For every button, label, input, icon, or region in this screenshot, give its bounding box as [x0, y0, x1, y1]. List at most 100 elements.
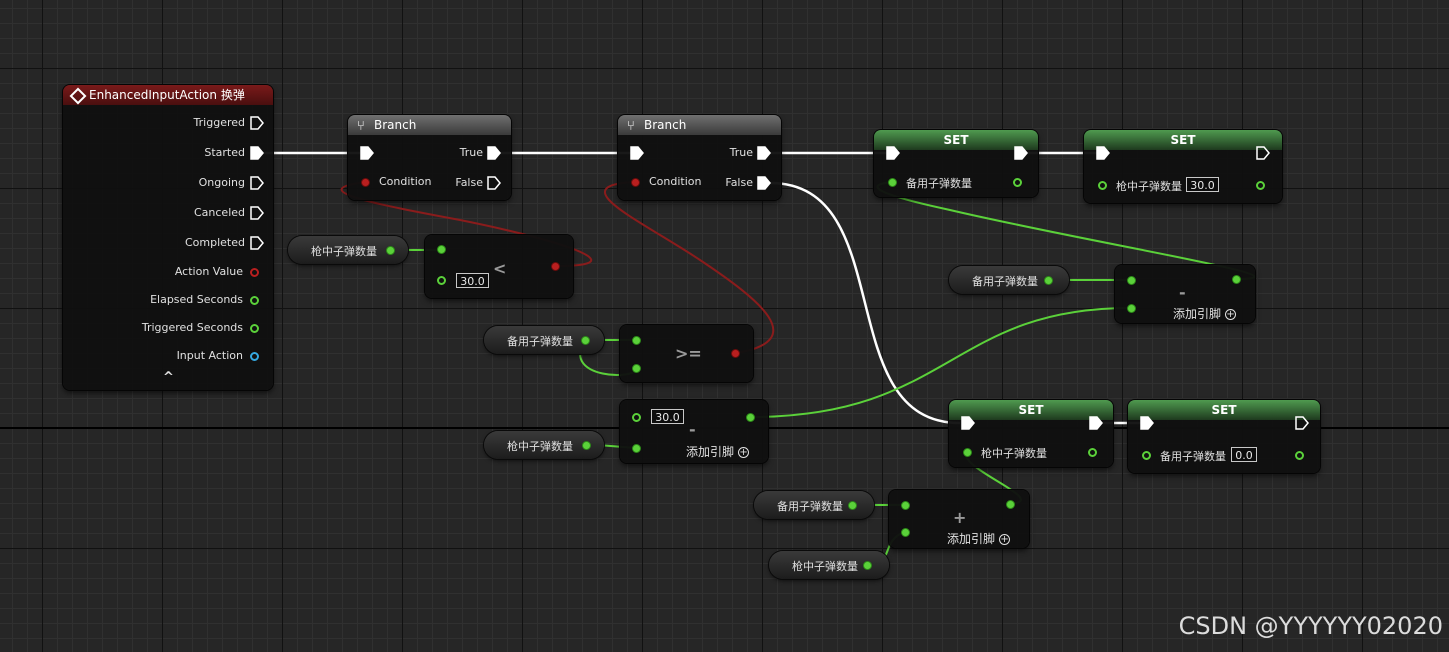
gte-out-icon[interactable] — [731, 349, 740, 358]
get-reserve-var-1[interactable]: 备用子弹数量 — [484, 326, 604, 354]
minus-1-in-a-icon[interactable] — [632, 413, 641, 422]
add-pin-icon: + — [738, 447, 750, 458]
plus-in-a-icon[interactable] — [901, 501, 910, 510]
get-reserve-var-2[interactable]: 备用子弹数量 — [949, 266, 1069, 294]
gte-in-a-icon[interactable] — [632, 336, 641, 345]
set-4-header[interactable]: SET — [1128, 400, 1320, 420]
less-operator: < — [493, 259, 507, 278]
plus-operator: + — [953, 508, 967, 527]
branch-1-false-label: False — [455, 176, 483, 189]
get-magazine-out-icon[interactable] — [863, 561, 872, 570]
minus-2-in-a-icon[interactable] — [1127, 276, 1136, 285]
set-3-value-in-icon[interactable] — [963, 448, 972, 457]
plus-add-pin-label: 添加引脚 — [947, 532, 996, 546]
minus-1-value-field[interactable]: 30.0 — [651, 409, 684, 424]
less-in-a-icon[interactable] — [437, 245, 446, 254]
collapse-chevron-icon[interactable]: ^ — [163, 370, 174, 385]
get-magazine-out-icon[interactable] — [582, 441, 591, 450]
branch-icon: ⑂ — [627, 119, 635, 134]
minus-1-add-pin-button[interactable]: 添加引脚 + — [686, 443, 750, 460]
set-1-value-out-icon[interactable] — [1013, 178, 1022, 187]
event-node-header[interactable]: EnhancedInputAction 换弹 — [63, 85, 273, 105]
set-node-4[interactable]: SET 备用子弹数量 0.0 — [1128, 400, 1320, 473]
branch-2-false-label: False — [725, 176, 753, 189]
set-4-value-out-icon[interactable] — [1295, 451, 1304, 460]
plus-add-pin-button[interactable]: 添加引脚 + — [947, 530, 1011, 547]
less-value-field[interactable]: 30.0 — [456, 273, 489, 288]
get-reserve-out-icon[interactable] — [581, 336, 590, 345]
get-magazine-label: 枪中子弹数量 — [792, 560, 858, 573]
add-pin-icon: + — [999, 534, 1011, 545]
branch-2-header[interactable]: ⑂ Branch — [618, 115, 781, 135]
minus-1-add-pin-label: 添加引脚 — [686, 445, 735, 459]
set-2-header[interactable]: SET — [1084, 130, 1282, 150]
event-diamond-icon — [69, 87, 87, 105]
event-node-title: EnhancedInputAction 换弹 — [89, 88, 245, 102]
minus-1-operator: - — [689, 420, 696, 439]
get-magazine-var-2[interactable]: 枪中子弹数量 — [484, 431, 604, 459]
set-node-1[interactable]: SET 备用子弹数量 — [874, 130, 1038, 197]
add-pin-icon: + — [1225, 309, 1237, 320]
set-2-value-in-icon[interactable] — [1098, 181, 1107, 190]
branch-node-2[interactable]: ⑂ Branch Condition True False — [618, 115, 781, 200]
less-out-icon[interactable] — [551, 262, 560, 271]
plus-node[interactable]: + 添加引脚 + — [889, 490, 1029, 548]
gte-in-b-icon[interactable] — [632, 364, 641, 373]
minus-1-in-b-icon[interactable] — [632, 444, 641, 453]
branch-2-condition-label: Condition — [649, 175, 702, 188]
get-reserve-out-icon[interactable] — [848, 501, 857, 510]
get-magazine-out-icon[interactable] — [386, 246, 395, 255]
set-1-pin-label: 备用子弹数量 — [906, 177, 972, 190]
set-1-value-in-icon[interactable] — [888, 178, 897, 187]
set-node-2[interactable]: SET 枪中子弹数量 30.0 — [1084, 130, 1282, 203]
get-magazine-label: 枪中子弹数量 — [507, 440, 573, 453]
pin-elapsed-seconds-label: Elapsed Seconds — [150, 293, 243, 306]
pin-input-action-label: Input Action — [176, 349, 243, 362]
pin-action-value-label: Action Value — [174, 265, 243, 278]
greater-equal-node[interactable]: >= — [620, 325, 753, 382]
get-magazine-var-1[interactable]: 枪中子弹数量 — [288, 236, 408, 264]
exec-wire-branch2-false-set3 — [769, 181, 961, 425]
minus-1-out-icon[interactable] — [746, 413, 755, 422]
set-4-value-in-icon[interactable] — [1142, 451, 1151, 460]
pin-completed-label: Completed — [185, 236, 245, 249]
plus-out-icon[interactable] — [1006, 500, 1015, 509]
set-4-value-field[interactable]: 0.0 — [1231, 447, 1257, 462]
pin-action-value-icon[interactable] — [250, 268, 259, 277]
enhanced-input-action-node[interactable]: EnhancedInputAction 换弹 Triggered Started… — [63, 85, 273, 390]
pin-input-action-icon[interactable] — [250, 352, 259, 361]
minus-2-add-pin-button[interactable]: 添加引脚 + — [1173, 305, 1237, 322]
pin-triggered-seconds-icon[interactable] — [250, 324, 259, 333]
pin-started-label: Started — [204, 146, 245, 159]
less-than-node[interactable]: 30.0 < — [425, 235, 573, 298]
branch-2-title: Branch — [644, 118, 687, 132]
minus-node-1[interactable]: 30.0 - 添加引脚 + — [620, 400, 768, 463]
set-2-pin-label: 枪中子弹数量 — [1116, 180, 1182, 193]
branch-2-condition-icon[interactable] — [631, 178, 640, 187]
minus-node-2[interactable]: - 添加引脚 + — [1115, 265, 1255, 323]
get-reserve-label: 备用子弹数量 — [507, 335, 573, 348]
minus-2-add-pin-label: 添加引脚 — [1173, 307, 1222, 321]
plus-in-b-icon[interactable] — [901, 528, 910, 537]
pin-elapsed-seconds-icon[interactable] — [250, 296, 259, 305]
set-2-value-field[interactable]: 30.0 — [1186, 177, 1219, 192]
get-reserve-label: 备用子弹数量 — [777, 500, 843, 513]
gte-operator: >= — [675, 344, 702, 363]
branch-node-1[interactable]: ⑂ Branch Condition True False — [348, 115, 511, 200]
set-node-3[interactable]: SET 枪中子弹数量 — [949, 400, 1113, 467]
branch-1-header[interactable]: ⑂ Branch — [348, 115, 511, 135]
get-magazine-var-3[interactable]: 枪中子弹数量 — [769, 551, 889, 579]
get-reserve-var-3[interactable]: 备用子弹数量 — [754, 491, 874, 519]
pin-ongoing-label: Ongoing — [198, 176, 245, 189]
set-3-value-out-icon[interactable] — [1088, 448, 1097, 457]
minus-2-out-icon[interactable] — [1232, 275, 1241, 284]
set-2-value-out-icon[interactable] — [1256, 181, 1265, 190]
minus-2-operator: - — [1179, 283, 1186, 302]
watermark-text: CSDN @YYYYYY02020 — [1178, 612, 1443, 640]
get-reserve-label: 备用子弹数量 — [972, 275, 1038, 288]
less-in-b-icon[interactable] — [437, 276, 446, 285]
get-reserve-out-icon[interactable] — [1044, 276, 1053, 285]
minus-2-in-b-icon[interactable] — [1127, 304, 1136, 313]
branch-1-condition-icon[interactable] — [361, 178, 370, 187]
pin-triggered-seconds-label: Triggered Seconds — [141, 321, 243, 334]
